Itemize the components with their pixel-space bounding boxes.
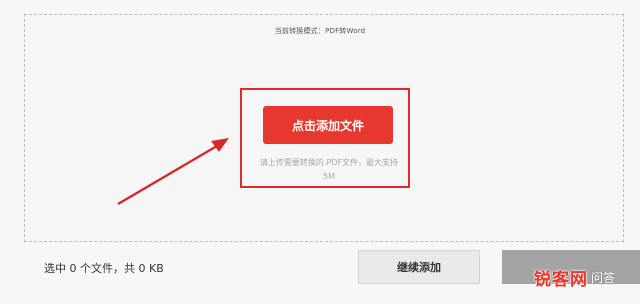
add-file-button[interactable]: 点击添加文件 [263, 106, 393, 144]
watermark-suffix: 问答 [591, 270, 616, 285]
selection-status: 选中 0 个文件，共 0 KB [44, 262, 164, 275]
continue-add-button[interactable]: 继续添加 [358, 250, 480, 284]
upload-hint: 请上传需要转换的.PDF文件，最大支持5M [259, 158, 399, 181]
watermark: 锐客网 问答 [534, 262, 615, 292]
converter-panel: 当前转换模式：PDF转Word 点击添加文件 请上传需要转换的.PDF文件，最大… [0, 0, 640, 304]
conversion-mode-label: 当前转换模式：PDF转Word [274, 27, 366, 35]
watermark-logo: 锐客网 [534, 269, 588, 290]
